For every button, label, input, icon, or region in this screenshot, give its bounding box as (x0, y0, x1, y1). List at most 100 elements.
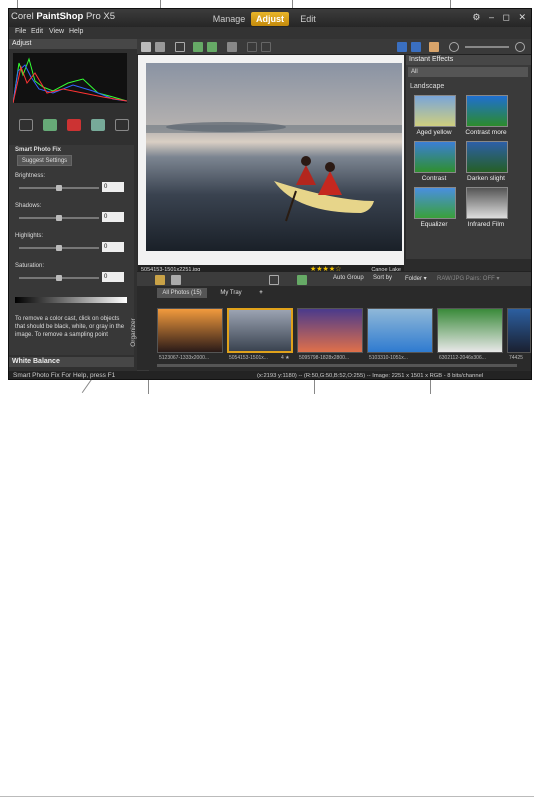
straighten-icon[interactable] (43, 119, 57, 131)
thumb-caption: 5123067-1333x2000... (159, 355, 210, 361)
tab-edit[interactable]: Edit (293, 12, 323, 26)
brightness-knob[interactable] (56, 185, 62, 191)
red-eye-icon[interactable] (67, 119, 81, 131)
instant-effects-panel: Instant Effects All Landscape Aged yello… (406, 55, 531, 259)
status-coordinates: (x:2193 y:1180) -- (R:50,G:50,B:52,O:255… (257, 373, 484, 379)
view-icon[interactable] (171, 275, 181, 285)
highlights-field[interactable]: 0 (102, 242, 124, 252)
effect-thumb-equalizer[interactable] (414, 187, 456, 219)
thumb-caption: 6302112-2046x306... (439, 355, 486, 361)
filmstrip-thumb[interactable] (367, 308, 433, 353)
zoom-in-icon[interactable] (515, 42, 525, 52)
delete-icon[interactable] (227, 42, 237, 52)
actual-size-icon[interactable] (411, 42, 421, 52)
main-toolbar (137, 39, 531, 55)
thumb-caption: 5103310-1051x... (369, 355, 408, 361)
status-help: Smart Photo Fix For Help, press F1 (13, 372, 116, 379)
rotate-right-icon[interactable] (207, 42, 217, 52)
thumb-rating: 4 ★ (281, 355, 290, 361)
thumb-caption: 5095798-1828x2800... (299, 355, 350, 361)
histogram-graph (12, 57, 128, 104)
tab-adjust[interactable]: Adjust (251, 12, 289, 26)
thumb-caption: 74425 (509, 355, 523, 361)
effect-thumb-contrast-more[interactable] (466, 95, 508, 127)
effects-filter-select[interactable]: All (408, 67, 528, 77)
saturation-knob[interactable] (56, 275, 62, 281)
retouch-icon[interactable] (91, 119, 105, 131)
smart-photo-fix-title: Smart Photo Fix (15, 147, 62, 153)
highlights-knob[interactable] (56, 245, 62, 251)
filmstrip-thumb-selected[interactable] (227, 308, 293, 353)
effect-thumb-infrared-film[interactable] (466, 187, 508, 219)
shadows-label: Shadows: (15, 203, 42, 209)
effect-label: Equalizer (420, 221, 448, 228)
adjust-panel: Adjust Smart Photo Fix Suggest Settings … (9, 39, 137, 371)
help-text: To remove a color cast, click on objects… (15, 316, 125, 338)
organizer-side-label: Organizer (129, 318, 137, 347)
saturation-field[interactable]: 0 (102, 272, 124, 282)
paintshop-window: Corel PaintShop Pro X5 Manage Adjust Edi… (8, 8, 532, 380)
save-as-icon[interactable] (155, 42, 165, 52)
effect-label: Darken slight (467, 175, 505, 182)
image-canvas[interactable] (138, 55, 404, 265)
fit-window-icon[interactable] (397, 42, 407, 52)
tab-all-photos[interactable]: All Photos (15) (157, 288, 207, 298)
highlights-slider[interactable] (19, 245, 99, 251)
zoom-slider[interactable] (465, 46, 509, 48)
filmstrip-thumb[interactable] (437, 308, 503, 353)
menu-file[interactable]: File (15, 28, 26, 35)
auto-group-button[interactable]: Auto Group (333, 275, 364, 281)
share-icon[interactable] (269, 275, 279, 285)
menu-edit[interactable]: Edit (31, 28, 43, 35)
white-balance-header[interactable]: White Balance (9, 357, 134, 367)
add-tray-button[interactable]: + (255, 288, 267, 298)
instant-effects-title: Instant Effects (406, 55, 531, 65)
histogram (12, 53, 128, 104)
thumb-caption: 5054153-1501x... (229, 355, 268, 361)
undo-icon[interactable] (247, 42, 257, 52)
folder-icon[interactable] (155, 275, 165, 285)
save-icon[interactable] (141, 42, 151, 52)
shadows-slider[interactable] (19, 215, 99, 221)
tab-manage[interactable]: Manage (209, 12, 249, 26)
effect-label: Aged yellow (416, 129, 452, 136)
effect-thumb-contrast[interactable] (414, 141, 456, 173)
effect-thumb-darken-slight[interactable] (466, 141, 508, 173)
adjust-panel-title: Adjust (9, 39, 137, 49)
suggest-settings-button[interactable]: Suggest Settings (17, 155, 72, 166)
callout-line (148, 378, 149, 394)
title-bar: Corel PaintShop Pro X5 Manage Adjust Edi… (9, 9, 531, 27)
effect-thumb-aged-yellow[interactable] (414, 95, 456, 127)
filmstrip-thumb[interactable] (297, 308, 363, 353)
rotate-left-icon[interactable] (193, 42, 203, 52)
brightness-slider[interactable] (19, 185, 99, 191)
menu-view[interactable]: View (49, 28, 64, 35)
pan-icon[interactable] (429, 42, 439, 52)
organizer-toolbar: Auto Group Sort by Folder ▾ RAW/JPG Pair… (137, 271, 531, 286)
folder-dropdown[interactable]: Folder ▾ (405, 275, 427, 282)
sort-by-button[interactable]: Sort by (373, 275, 392, 281)
brightness-field[interactable]: 0 (102, 182, 124, 192)
effect-label: Contrast more (465, 129, 507, 136)
filmstrip-thumb[interactable] (507, 308, 531, 353)
raw-pairs-dropdown[interactable]: RAW/JPG Pairs: OFF ▾ (437, 275, 499, 282)
effects-category: Landscape (410, 83, 445, 90)
filmstrip-thumb[interactable] (157, 308, 223, 353)
rotate-icon[interactable] (297, 275, 307, 285)
shadows-field[interactable]: 0 (102, 212, 124, 222)
menu-bar: File Edit View Help (9, 27, 531, 39)
share-icon[interactable] (175, 42, 185, 52)
redo-icon[interactable] (261, 42, 271, 52)
window-controls[interactable]: ⚙ – ◻ ✕ (472, 12, 529, 23)
tab-my-tray[interactable]: My Tray (211, 288, 251, 298)
levels-gradient[interactable] (15, 297, 127, 303)
brush-icon[interactable] (115, 119, 129, 131)
crop-icon[interactable] (19, 119, 33, 131)
shadows-knob[interactable] (56, 215, 62, 221)
zoom-out-icon[interactable] (449, 42, 459, 52)
saturation-slider[interactable] (19, 275, 99, 281)
highlights-label: Highlights: (15, 233, 44, 239)
filmstrip-scrollbar[interactable] (157, 364, 517, 367)
menu-help[interactable]: Help (69, 28, 83, 35)
canoe-scene (146, 122, 402, 222)
